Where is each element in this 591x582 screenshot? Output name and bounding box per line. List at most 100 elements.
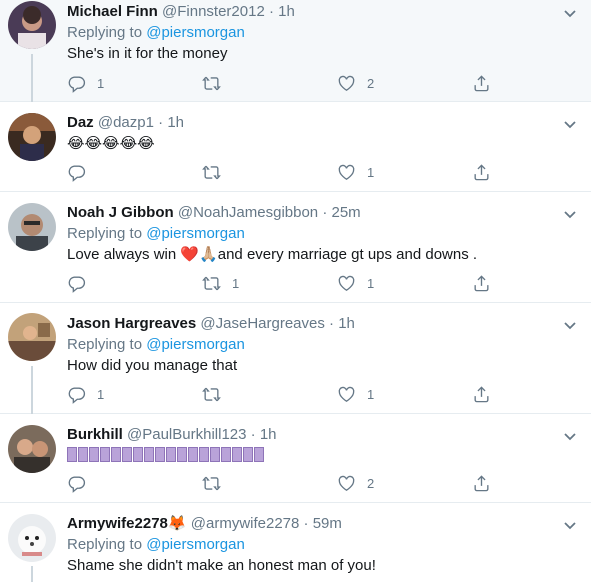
reply-icon [68, 475, 86, 493]
like-button[interactable]: 1 [337, 384, 374, 404]
reply-count: 1 [97, 386, 105, 402]
tweet-text: 😂😂😂😂😂 [67, 135, 155, 152]
retweet-button[interactable] [202, 473, 232, 493]
like-button[interactable]: 2 [337, 473, 374, 493]
tweet-item[interactable]: Jason Hargreaves @JaseHargreaves · 1h Re… [0, 303, 591, 414]
retweet-icon [202, 387, 221, 401]
heart-icon [338, 386, 355, 402]
thread-line [31, 54, 33, 102]
author-name[interactable]: Burkhill [67, 426, 123, 443]
tweet-actions: 1 1 [67, 384, 591, 404]
reply-count: 1 [97, 75, 105, 91]
avatar[interactable] [8, 203, 56, 251]
timestamp[interactable]: 1h [278, 3, 295, 20]
unrendered-emoji-glyph [78, 447, 88, 462]
replying-prefix: Replying to [67, 225, 143, 242]
author-name[interactable]: Noah J Gibbon [67, 204, 174, 221]
timestamp[interactable]: 1h [260, 426, 277, 443]
like-button[interactable]: 2 [337, 73, 374, 93]
unrendered-emoji-glyph [199, 447, 209, 462]
separator: · [250, 426, 256, 443]
author-handle[interactable]: @armywife2278 [191, 515, 300, 532]
author-name[interactable]: Armywife2278 [67, 515, 168, 532]
timestamp[interactable]: 25m [332, 204, 361, 221]
retweet-icon [202, 476, 221, 490]
author-handle[interactable]: @dazp1 [98, 114, 154, 131]
replying-to-handle[interactable]: @piersmorgan [146, 24, 245, 41]
replying-to-handle[interactable]: @piersmorgan [146, 225, 245, 242]
tweet-actions: 1 [67, 162, 591, 182]
timestamp[interactable]: 1h [338, 315, 355, 332]
unrendered-emoji-glyph [243, 447, 253, 462]
retweet-button[interactable] [202, 73, 232, 93]
tweet-item[interactable]: Michael Finn @Finnster2012 · 1h Replying… [0, 0, 591, 102]
unrendered-emoji-glyph [254, 447, 264, 462]
replying-prefix: Replying to [67, 536, 143, 553]
heart-icon [338, 275, 355, 291]
share-button[interactable] [472, 162, 491, 182]
timestamp[interactable]: 59m [313, 515, 342, 532]
like-count: 2 [367, 75, 375, 91]
reply-button[interactable]: 1 [67, 73, 104, 93]
reply-button[interactable] [67, 273, 97, 293]
author-handle[interactable]: @JaseHargreaves [200, 315, 324, 332]
unrendered-emoji-glyph [122, 447, 132, 462]
chevron-down-icon[interactable] [561, 205, 579, 223]
separator: · [322, 204, 328, 221]
unrendered-emoji-glyph [188, 447, 198, 462]
tweet-actions: 2 [67, 473, 591, 493]
unrendered-emoji-glyph [232, 447, 242, 462]
avatar[interactable] [8, 514, 56, 562]
reply-icon [68, 275, 86, 293]
avatar[interactable] [8, 1, 56, 49]
author-handle[interactable]: @NoahJamesgibbon [178, 204, 318, 221]
share-button[interactable] [472, 273, 491, 293]
fox-emoji: 🦊 [167, 515, 187, 532]
timestamp[interactable]: 1h [167, 114, 184, 131]
separator: · [158, 114, 164, 131]
retweet-button[interactable] [202, 384, 232, 404]
thread-line [31, 366, 33, 414]
like-count: 2 [367, 475, 375, 491]
author-name[interactable]: Michael Finn [67, 3, 158, 20]
reply-button[interactable]: 1 [67, 384, 104, 404]
heart-icon [338, 75, 355, 91]
author-handle[interactable]: @Finnster2012 [162, 3, 265, 20]
share-button[interactable] [472, 384, 491, 404]
tweet-item[interactable]: Armywife2278🦊 @armywife2278 · 59m Replyi… [0, 503, 591, 582]
avatar[interactable] [8, 425, 56, 473]
author-name[interactable]: Daz [67, 114, 94, 131]
chevron-down-icon[interactable] [561, 115, 579, 133]
like-button[interactable]: 1 [337, 162, 374, 182]
replying-to-handle[interactable]: @piersmorgan [146, 336, 245, 353]
chevron-down-icon[interactable] [561, 4, 579, 22]
separator: · [268, 3, 274, 20]
like-button[interactable]: 1 [337, 273, 374, 293]
tweet-text-start: Love always win [67, 246, 181, 263]
chevron-down-icon[interactable] [561, 427, 579, 445]
heart-pray-emoji: ❤️🙏🏼 [180, 246, 218, 263]
retweet-button[interactable]: 1 [202, 273, 239, 293]
reply-button[interactable] [67, 473, 97, 493]
share-button[interactable] [472, 473, 491, 493]
replying-to-handle[interactable]: @piersmorgan [146, 536, 245, 553]
reply-button[interactable] [67, 162, 97, 182]
tweet-text: How did you manage that [67, 357, 238, 374]
tweet-item[interactable]: Noah J Gibbon @NoahJamesgibbon · 25m Rep… [0, 192, 591, 303]
retweet-button[interactable] [202, 162, 232, 182]
tweet-text: She's in it for the money [67, 45, 228, 62]
unrendered-emoji-glyph [221, 447, 231, 462]
author-name[interactable]: Jason Hargreaves [67, 315, 196, 332]
share-button[interactable] [472, 73, 491, 93]
reply-icon [68, 386, 86, 404]
author-handle[interactable]: @PaulBurkhill123 [127, 426, 246, 443]
replying-prefix: Replying to [67, 336, 143, 353]
tweet-item[interactable]: Burkhill @PaulBurkhill123 · 1h 2 [0, 414, 591, 503]
avatar[interactable] [8, 113, 56, 161]
chevron-down-icon[interactable] [561, 516, 579, 534]
tweet-item[interactable]: Daz @dazp1 · 1h 😂😂😂😂😂 1 [0, 102, 591, 192]
separator: · [303, 515, 309, 532]
chevron-down-icon[interactable] [561, 316, 579, 334]
retweet-icon [202, 76, 221, 90]
avatar[interactable] [8, 313, 56, 361]
